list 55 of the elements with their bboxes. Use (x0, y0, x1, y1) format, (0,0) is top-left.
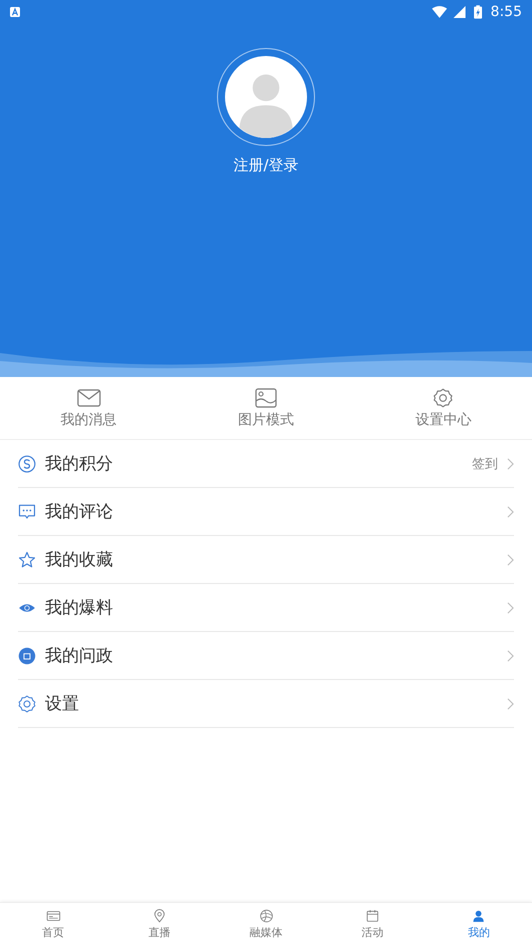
image-icon (254, 388, 278, 408)
person-icon (471, 909, 486, 923)
menu-item-label: 我的收藏 (45, 549, 114, 571)
clock-time: 8:55 (490, 4, 522, 20)
menu-item[interactable]: 我的评论 (18, 488, 514, 536)
quick-action[interactable]: 我的消息 (0, 377, 178, 439)
wifi-icon (432, 6, 447, 18)
tab[interactable]: 直播 (106, 903, 213, 946)
chevron-right-icon (507, 554, 514, 566)
quick-action[interactable]: 图片模式 (177, 377, 355, 439)
comment-icon (18, 502, 36, 520)
notification-icon (10, 7, 20, 17)
menu-item-label: 我的评论 (45, 501, 114, 523)
login-link[interactable]: 注册/登录 (229, 154, 303, 177)
menu-item[interactable]: 我的爆料 (18, 584, 514, 632)
menu-item-label: 我的爆料 (45, 597, 114, 619)
sign-in-label: 签到 (472, 456, 498, 472)
menu-item-label: 我的积分 (45, 453, 114, 475)
points-icon (18, 454, 36, 472)
menu-item[interactable]: 设置 (18, 680, 514, 728)
tab[interactable]: 我的 (426, 903, 532, 946)
menu-item-label: 我的问政 (45, 645, 114, 667)
tab[interactable]: 活动 (319, 903, 426, 946)
chevron-right-icon (507, 650, 514, 662)
tab-label: 活动 (361, 925, 384, 940)
menu-item[interactable]: 我的问政 (18, 632, 514, 680)
chevron-right-icon (507, 602, 514, 614)
tab-label: 我的 (468, 925, 490, 940)
location-pin-icon (152, 909, 168, 923)
chevron-right-icon (507, 698, 514, 710)
signal-icon (452, 6, 467, 18)
quick-action-label: 设置中心 (415, 410, 472, 428)
quick-action-label: 我的消息 (60, 410, 117, 428)
tab-label: 首页 (42, 925, 64, 940)
star-icon (18, 550, 36, 568)
menu-item-label: 设置 (45, 693, 80, 715)
card-icon (46, 909, 61, 923)
chevron-right-icon (507, 458, 514, 470)
tab-label: 直播 (148, 925, 171, 940)
avatar[interactable] (225, 56, 307, 138)
tab[interactable]: 融媒体 (212, 903, 320, 946)
globe-icon (258, 909, 274, 923)
document-icon (18, 646, 36, 664)
settings-icon (18, 694, 36, 712)
tab-label: 融媒体 (250, 925, 283, 940)
battery-icon (474, 5, 482, 19)
calendar-icon (364, 909, 380, 923)
menu-item[interactable]: 我的收藏 (18, 536, 514, 584)
menu-item[interactable]: 我的积分 签到 (18, 440, 514, 488)
quick-action[interactable]: 设置中心 (354, 377, 532, 439)
mail-icon (76, 388, 101, 408)
chevron-right-icon (507, 506, 514, 518)
quick-action-label: 图片模式 (238, 410, 294, 428)
settings-icon (431, 388, 456, 408)
tab[interactable]: 首页 (0, 903, 106, 946)
